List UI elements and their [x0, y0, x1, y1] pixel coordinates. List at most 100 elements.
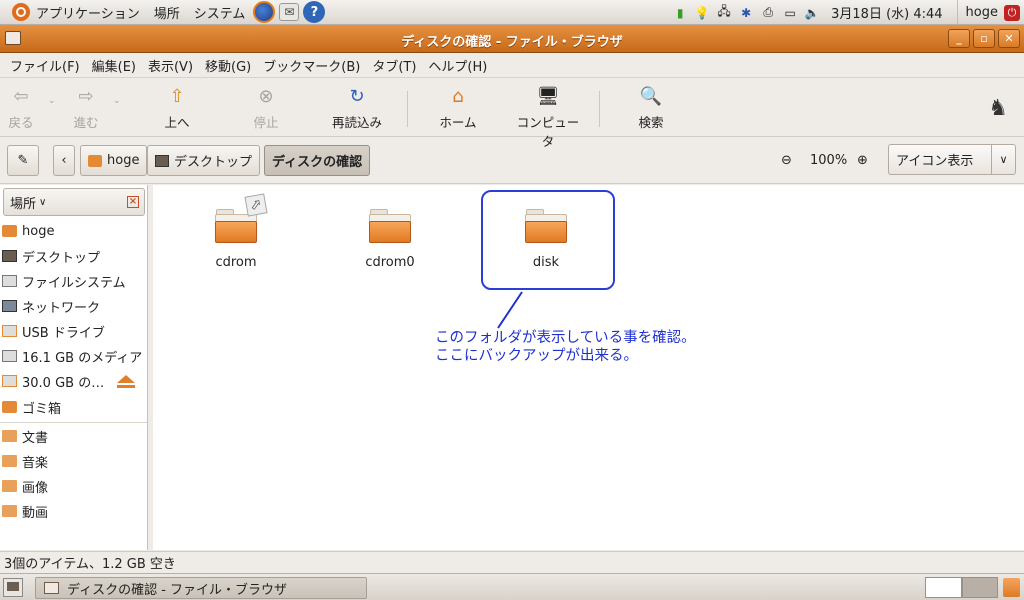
sidebar-item-filesystem[interactable]: ファイルシステム	[2, 270, 126, 292]
annotation-text: このフォルダが表示している事を確認。 ここにバックアップが出来る。	[435, 329, 696, 365]
sidebar-item-label: ファイルシステム	[22, 275, 126, 291]
sidebar-item-videos[interactable]: 動画	[2, 500, 48, 522]
menu-places[interactable]: 場所	[154, 3, 180, 22]
sidebar-item-music[interactable]: 音楽	[2, 450, 48, 472]
breadcrumb-desktop[interactable]: デスクトップ	[147, 145, 261, 176]
stop-label: 停止	[253, 115, 279, 130]
bluetooth-icon[interactable]: ✱	[738, 5, 754, 21]
toolbar-separator	[599, 91, 600, 127]
clock[interactable]: 3月18日 (水) 4:44	[831, 3, 942, 22]
file-view[interactable]: cdrom ⬀ cdrom0 disk このフォルダが表示している事を確認。 こ…	[153, 185, 1024, 550]
toolbar: ⇦ 戻る ⌄ ⇨ 進む ⌄ ⇧ 上へ ⊗ 停止 ↻ 再読込み ⌂ ホーム 🖥 コ…	[0, 79, 1024, 149]
forward-history-icon[interactable]: ⌄	[113, 96, 121, 106]
window-title: ディスクの確認 - ファイル・ブラウザ	[401, 35, 623, 50]
search-button[interactable]: 🔍 検索	[616, 84, 686, 131]
search-label: 検索	[638, 115, 664, 130]
file-browser-icon	[44, 582, 59, 594]
sidebar-item-network[interactable]: ネットワーク	[2, 295, 100, 317]
zoom-level[interactable]: 100%	[810, 153, 847, 168]
menu-bookmarks[interactable]: ブックマーク(B)	[257, 56, 366, 75]
breadcrumb-hoge[interactable]: hoge	[80, 145, 148, 176]
menu-system[interactable]: システム	[194, 3, 246, 22]
menu-help[interactable]: ヘルプ(H)	[422, 56, 493, 75]
back-arrow-icon: ⇦	[13, 85, 29, 107]
battery-icon[interactable]: ▮	[672, 5, 688, 21]
sidebar-header[interactable]: 場所 ∨ ×	[3, 188, 145, 216]
taskbar-window-button[interactable]: ディスクの確認 - ファイル・ブラウザ	[35, 577, 367, 599]
annotation-pointer-line	[497, 291, 523, 329]
desktop-icon	[155, 154, 169, 167]
reload-button[interactable]: ↻ 再読込み	[322, 84, 392, 131]
sidebar-item-label: 文書	[22, 430, 49, 446]
stop-button[interactable]: ⊗ 停止	[231, 84, 301, 131]
maximize-button[interactable]: ▫	[973, 29, 995, 48]
ubuntu-logo-icon[interactable]	[12, 3, 30, 21]
sidebar-header-label: 場所	[10, 196, 37, 212]
power-icon[interactable]: ⏻	[1004, 4, 1020, 21]
mail-icon[interactable]: ✉	[279, 3, 300, 21]
window-titlebar[interactable]: ディスクの確認 - ファイル・ブラウザ _ ▫ ✕	[0, 25, 1024, 53]
back-button[interactable]: ⇦ 戻る	[0, 84, 56, 131]
sidebar: 場所 ∨ × hoge デスクトップ ファイルシステム ネットワーク USB ド…	[0, 185, 148, 550]
sidebar-item-label: デスクトップ	[22, 250, 101, 266]
user-name: hoge	[965, 5, 998, 20]
search-icon: 🔍	[639, 85, 663, 107]
chevron-down-icon: ∨	[39, 196, 47, 208]
monitor-icon[interactable]: ▭	[782, 5, 798, 21]
user-menu[interactable]: hoge ⏻	[956, 0, 1024, 25]
menu-go[interactable]: 移動(G)	[199, 56, 257, 75]
breadcrumb-left-button[interactable]: ‹	[53, 145, 75, 176]
eject-icon[interactable]	[115, 375, 137, 389]
gnome-foot-icon: ♞	[988, 96, 1008, 121]
view-mode-label: アイコン表示	[896, 154, 974, 169]
menu-file[interactable]: ファイル(F)	[4, 56, 86, 75]
sidebar-item-media-30gb[interactable]: 30.0 GB の…	[2, 370, 104, 392]
firefox-icon[interactable]	[253, 1, 276, 23]
trash-applet-icon[interactable]	[1003, 578, 1020, 597]
sidebar-item-documents[interactable]: 文書	[2, 425, 48, 447]
annotation-line-1: このフォルダが表示している事を確認。	[435, 330, 696, 346]
sidebar-item-media-16gb[interactable]: 16.1 GB のメディア	[2, 345, 142, 367]
sidebar-item-home[interactable]: hoge	[2, 220, 54, 242]
printer-icon[interactable]: ⎙	[760, 5, 776, 21]
sidebar-item-label: 音楽	[22, 455, 49, 471]
folder-icon	[2, 430, 17, 442]
menu-view[interactable]: 表示(V)	[142, 56, 199, 75]
reload-icon: ↻	[349, 85, 365, 107]
show-desktop-icon[interactable]	[3, 578, 23, 597]
menu-applications[interactable]: アプリケーション	[36, 3, 140, 22]
bulb-icon[interactable]: 💡	[694, 5, 710, 21]
network-icon[interactable]: 🖧	[716, 4, 732, 21]
sidebar-item-label: USB ドライブ	[22, 325, 105, 341]
forward-button[interactable]: ⇨ 進む	[51, 84, 121, 131]
workspace-1[interactable]	[925, 577, 962, 598]
taskbar-window-title: ディスクの確認 - ファイル・ブラウザ	[67, 582, 288, 598]
zoom-in-icon[interactable]: ⊕	[857, 153, 868, 168]
menu-tabs[interactable]: タブ(T)	[366, 56, 422, 75]
workspace-2[interactable]	[962, 577, 998, 598]
sidebar-close-icon[interactable]: ×	[127, 196, 139, 208]
toolbar-separator	[407, 91, 408, 127]
sidebar-item-usb[interactable]: USB ドライブ	[2, 320, 105, 342]
view-mode-select[interactable]: アイコン表示 ∨	[888, 144, 1016, 175]
sidebar-item-pictures[interactable]: 画像	[2, 475, 48, 497]
up-button[interactable]: ⇧ 上へ	[142, 84, 212, 131]
volume-icon[interactable]: 🔈	[804, 5, 820, 21]
close-button[interactable]: ✕	[998, 29, 1020, 48]
zoom-out-icon[interactable]: ⊖	[781, 153, 792, 168]
sidebar-item-label: ゴミ箱	[22, 401, 62, 417]
toggle-location-entry-button[interactable]: ✎	[7, 145, 39, 176]
menu-edit[interactable]: 編集(E)	[86, 56, 142, 75]
home-button[interactable]: ⌂ ホーム	[423, 84, 493, 131]
minimize-button[interactable]: _	[948, 29, 970, 48]
breadcrumb-current[interactable]: ディスクの確認	[264, 145, 371, 176]
sidebar-item-label: hoge	[22, 223, 55, 239]
status-bar: 3個のアイテム、1.2 GB 空き	[0, 551, 1024, 572]
sidebar-item-desktop[interactable]: デスクトップ	[2, 245, 100, 267]
help-icon[interactable]: ?	[303, 1, 326, 23]
sidebar-item-label: 30.0 GB の…	[22, 375, 105, 391]
system-tray: ▮ 💡 🖧 ✱ ⎙ ▭ 🔈 3月18日 (水) 4:44 hoge ⏻	[669, 0, 1024, 25]
sidebar-item-trash[interactable]: ゴミ箱	[2, 396, 61, 418]
top-menu: アプリケーション 場所 システム ✉ ?	[0, 0, 335, 25]
bottom-panel: ディスクの確認 - ファイル・ブラウザ	[0, 573, 1024, 600]
